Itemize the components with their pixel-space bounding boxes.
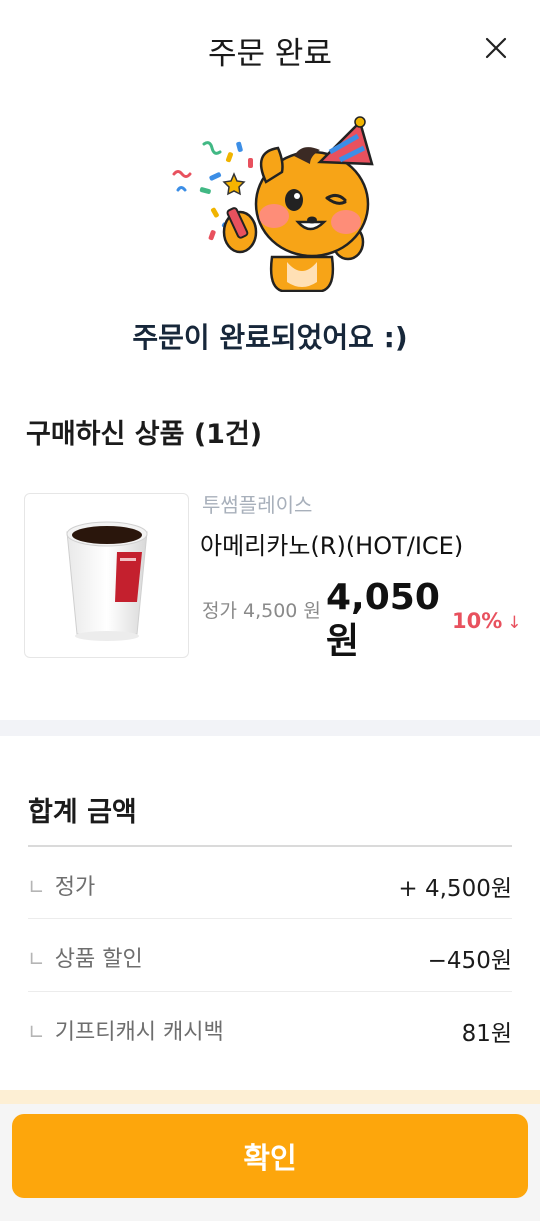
down-arrow-icon: ↓ — [507, 613, 522, 633]
total-amount-title: 합계 금액 — [28, 797, 137, 828]
row-label: 정가 — [54, 875, 96, 900]
corner-bullet-icon: ∟ — [28, 1020, 45, 1044]
sale-price: 4,050 원 — [326, 577, 440, 662]
order-complete-message: 주문이 완료되었어요 :) — [132, 321, 408, 354]
confirm-button[interactable]: 확인 — [12, 1114, 528, 1198]
header: 주문 완료 — [0, 0, 540, 96]
store-name: 투썸플레이스 — [202, 493, 313, 517]
discount-rate: 10% — [452, 609, 503, 633]
purchased-items-title: 구매하신 상품 (1건) — [26, 419, 263, 450]
row-value: −450원 — [427, 948, 512, 974]
row-value: + 4,500원 — [398, 876, 512, 902]
close-icon — [485, 37, 507, 59]
total-row-discount: ∟ 상품 할인 −450원 — [28, 919, 512, 991]
section-divider — [0, 720, 540, 736]
total-row-cashback: ∟ 기프티캐시 캐시백 81원 — [28, 992, 512, 1064]
row-label: 상품 할인 — [54, 947, 143, 972]
coffee-cup-icon — [66, 521, 148, 641]
page-title: 주문 완료 — [208, 36, 332, 72]
corner-bullet-icon: ∟ — [28, 947, 45, 971]
discount-badge: 10% ↓ — [452, 609, 522, 633]
product-thumbnail — [24, 493, 189, 658]
party-mascot-illustration — [162, 112, 392, 293]
bottom-strip — [0, 1090, 540, 1104]
row-label: 기프티캐시 캐시백 — [54, 1020, 224, 1045]
total-row-list-price: ∟ 정가 + 4,500원 — [28, 847, 512, 919]
corner-bullet-icon: ∟ — [28, 875, 45, 899]
product-name: 아메리카노(R)(HOT/ICE) — [200, 532, 464, 560]
list-price: 정가 4,500 원 — [202, 600, 321, 622]
close-button[interactable] — [478, 30, 514, 66]
row-value: 81원 — [461, 1021, 512, 1047]
